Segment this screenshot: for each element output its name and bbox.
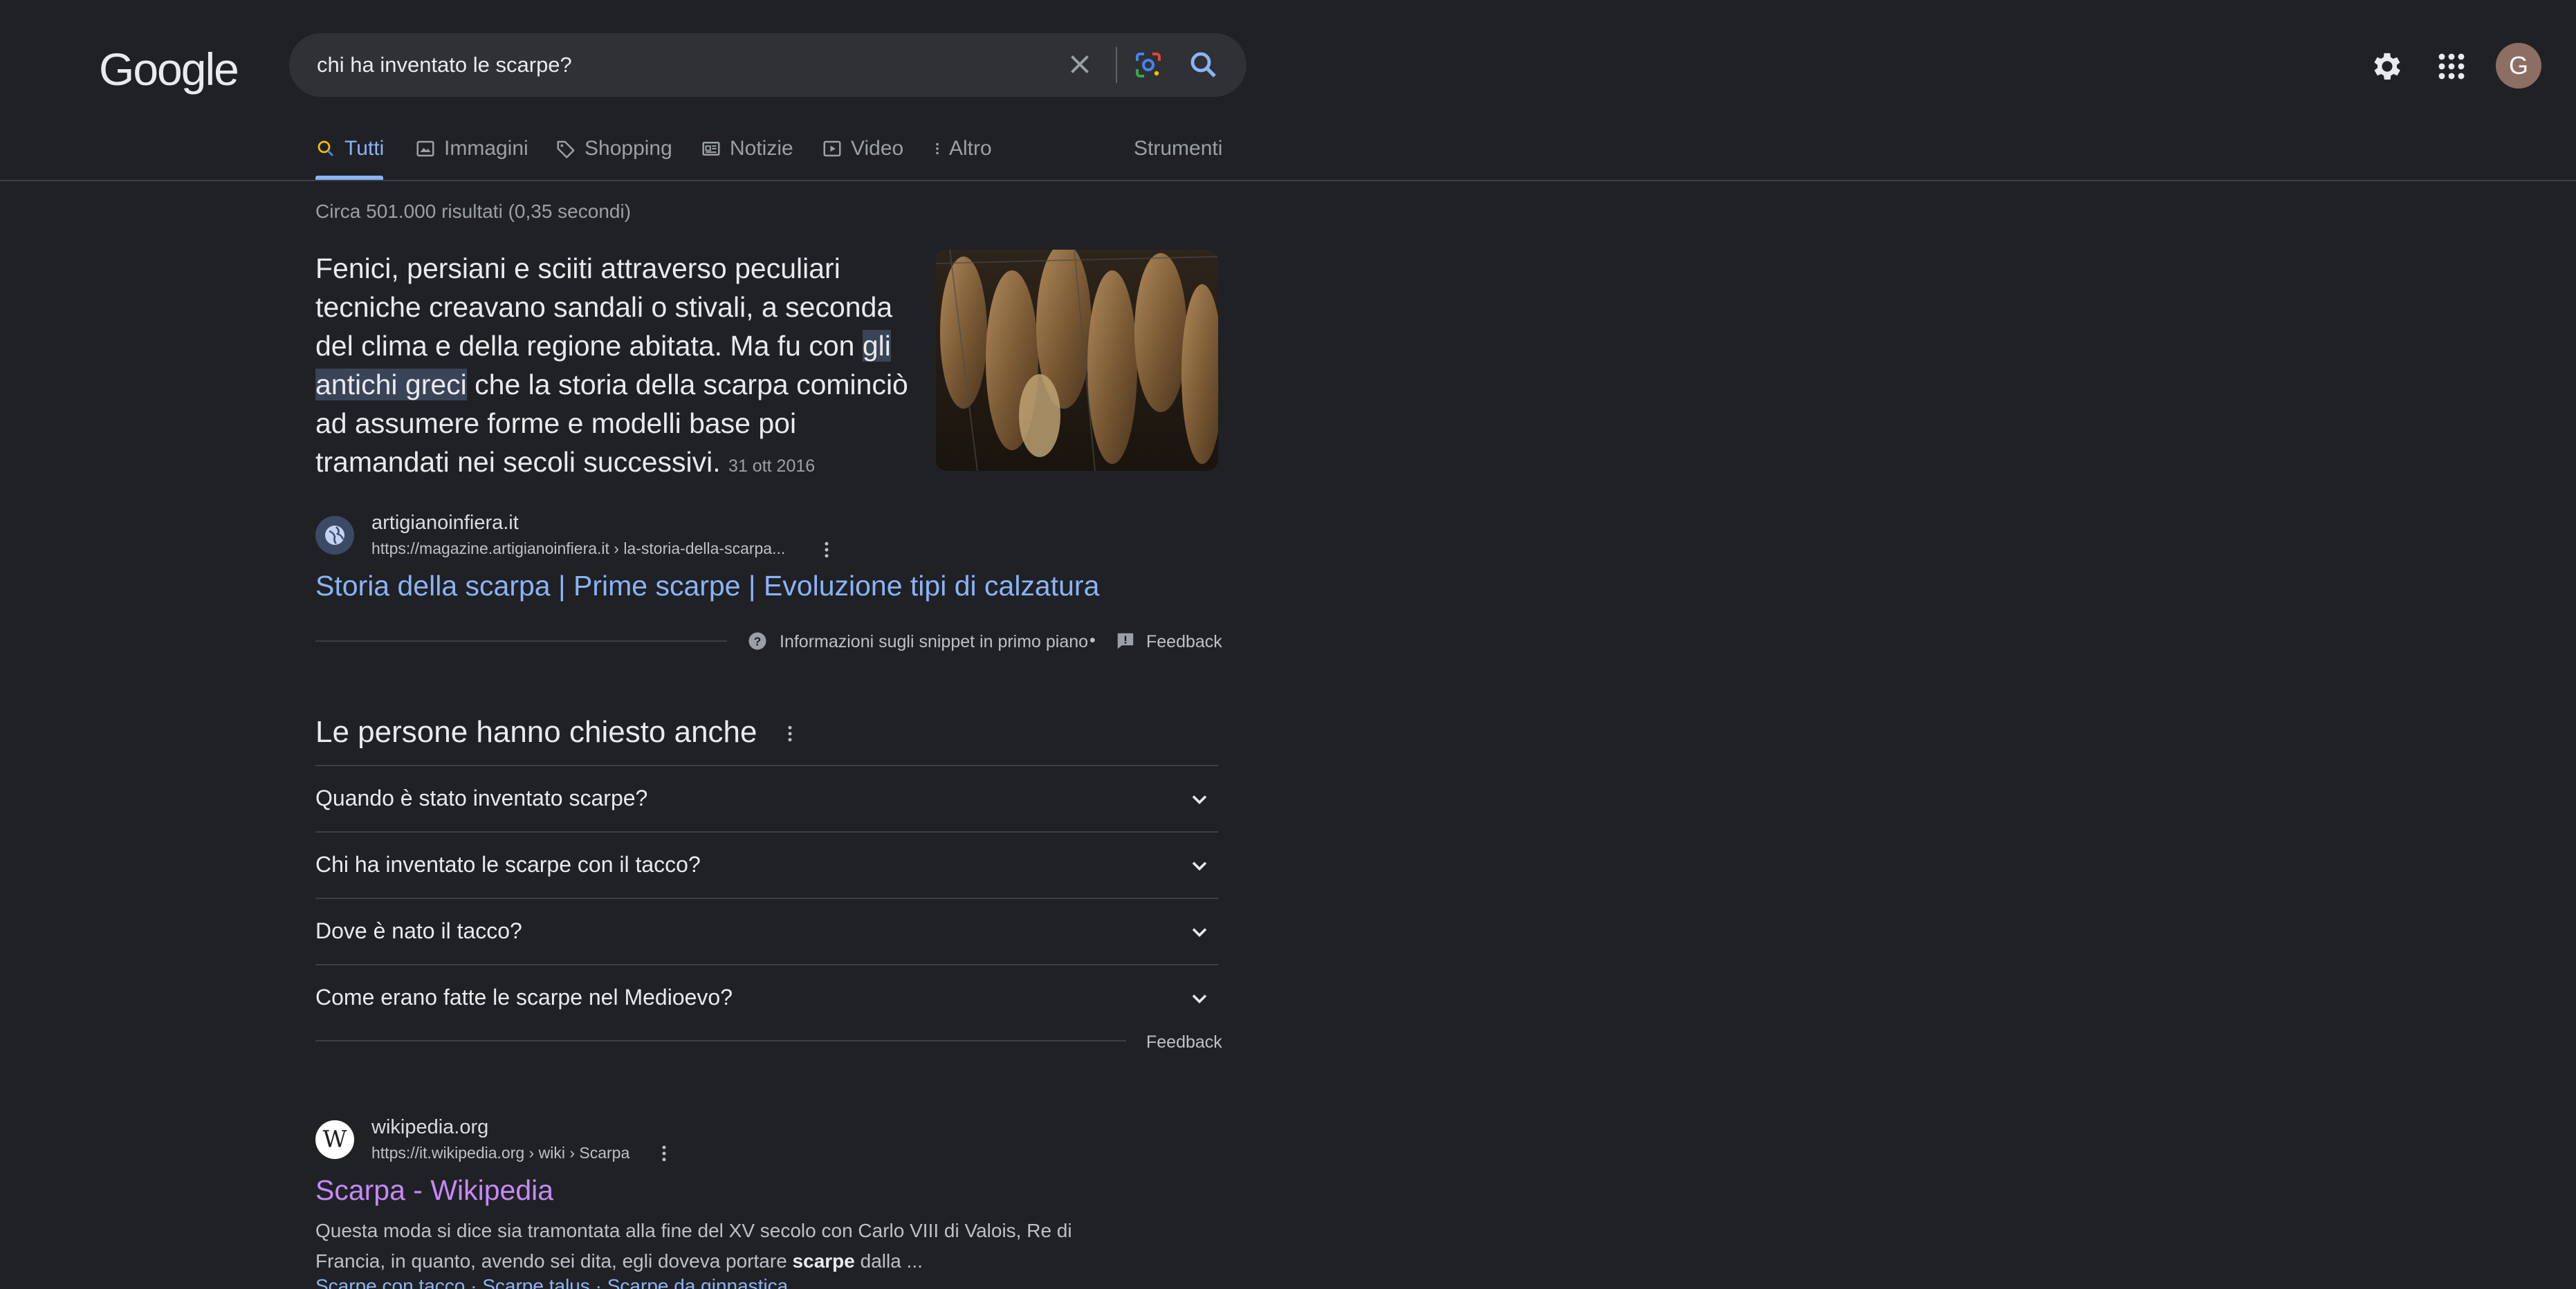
paa-question-text: Come erano fatte le scarpe nel Medioevo? (315, 985, 733, 1010)
more-vert-icon[interactable] (654, 1143, 674, 1164)
tab-label: Video (851, 137, 904, 160)
news-icon (702, 142, 720, 156)
avatar[interactable]: G (2496, 43, 2541, 89)
gear-icon[interactable] (2369, 48, 2405, 84)
result-url[interactable]: https://it.wikipedia.org › wiki › Scarpa (371, 1144, 629, 1162)
tab-label: Tutti (344, 137, 385, 160)
paa-divider (315, 1040, 1126, 1041)
more-vert-icon (936, 142, 939, 155)
site-favicon[interactable] (315, 516, 354, 555)
snippet-text-after: dalla ... (854, 1250, 923, 1272)
tab-label: Shopping (585, 137, 672, 160)
more-vert-icon[interactable] (816, 539, 837, 560)
play-icon (823, 140, 841, 157)
about-snippets-link[interactable]: Informazioni sugli snippet in primo pian… (780, 632, 1088, 652)
close-icon[interactable] (1064, 48, 1096, 80)
tab-label: Immagini (444, 137, 528, 160)
feedback-icon[interactable] (1115, 631, 1136, 651)
svg-text:?: ? (754, 634, 762, 648)
chevron-down-icon (1192, 994, 1207, 1004)
snippet-image[interactable] (936, 250, 1218, 471)
paa-question[interactable]: Come erano fatte le scarpe nel Medioevo? (315, 964, 1218, 1030)
result-site-name[interactable]: wikipedia.org (371, 1116, 488, 1139)
header-divider (0, 180, 2576, 181)
paa-question-text: Chi ha inventato le scarpe con il tacco? (315, 852, 701, 877)
result-title-link[interactable]: Scarpa - Wikipedia (315, 1174, 553, 1207)
search-icon[interactable] (1187, 48, 1220, 82)
chevron-down-icon (1192, 928, 1207, 938)
shoe-lasts-image (936, 250, 1218, 471)
globe-icon (325, 526, 344, 545)
snippet-text-before: Fenici, persiani e sciiti attraverso pec… (315, 252, 893, 362)
paa-question[interactable]: Dove è nato il tacco? (315, 898, 1218, 964)
feedback-link[interactable]: Feedback (1146, 1032, 1222, 1052)
result-sitelinks[interactable]: Scarpe con tacco · Scarpe talus · Scarpe… (315, 1275, 788, 1289)
tools-button[interactable]: Strumenti (1134, 137, 1222, 160)
search-input[interactable]: chi ha inventato le scarpe? (317, 53, 572, 77)
search-box[interactable]: chi ha inventato le scarpe? (289, 33, 1246, 97)
image-icon (416, 140, 434, 157)
chevron-down-icon (1192, 795, 1207, 805)
people-also-ask-title: Le persone hanno chiesto anche (315, 715, 757, 749)
result-url[interactable]: https://magazine.artigianoinfiera.it › l… (371, 539, 785, 558)
tab-immagini[interactable]: Immagini (415, 137, 528, 160)
tab-altro[interactable]: Altro (930, 137, 992, 160)
tab-label: Altro (949, 137, 992, 160)
search-icon (318, 140, 334, 157)
snippet-bold: scarpe (792, 1250, 855, 1272)
paa-question[interactable]: Quando è stato inventato scarpe? (315, 765, 1218, 831)
tab-notizie[interactable]: Notizie (701, 137, 793, 160)
more-vert-icon[interactable] (780, 723, 800, 744)
featured-snippet-text: Fenici, persiani e sciiti attraverso pec… (315, 249, 910, 485)
feedback-link[interactable]: Feedback (1146, 632, 1222, 652)
separator-dot: • (1089, 631, 1096, 650)
tab-label: Notizie (730, 137, 793, 160)
paa-question[interactable]: Chi ha inventato le scarpe con il tacco? (315, 831, 1218, 898)
snippet-text-before: Questa moda si dice sia tramontata alla … (315, 1220, 1072, 1272)
tag-icon (557, 140, 575, 158)
google-logo[interactable]: Google (99, 43, 239, 95)
paa-question-text: Dove è nato il tacco? (315, 918, 522, 943)
result-snippet: Questa moda si dice sia tramontata alla … (315, 1216, 1146, 1277)
tab-shopping[interactable]: Shopping (555, 137, 672, 160)
camera-lens-icon[interactable] (1132, 48, 1165, 82)
wikipedia-favicon[interactable]: W (315, 1120, 354, 1159)
chevron-down-icon (1192, 862, 1207, 871)
help-icon[interactable]: ? (747, 631, 768, 651)
snippet-date: 31 ott 2016 (728, 456, 816, 476)
tab-tutti[interactable]: Tutti (315, 137, 384, 160)
result-stats: Circa 501.000 risultati (0,35 secondi) (315, 201, 632, 222)
result-title-link[interactable]: Storia della scarpa | Prime scarpe | Evo… (315, 570, 1099, 602)
paa-question-text: Quando è stato inventato scarpe? (315, 786, 648, 810)
search-divider (1116, 47, 1117, 83)
apps-grid-icon[interactable] (2435, 50, 2468, 83)
tab-video[interactable]: Video (822, 137, 903, 160)
snippet-divider (315, 640, 727, 642)
result-site-name[interactable]: artigianoinfiera.it (371, 512, 519, 535)
